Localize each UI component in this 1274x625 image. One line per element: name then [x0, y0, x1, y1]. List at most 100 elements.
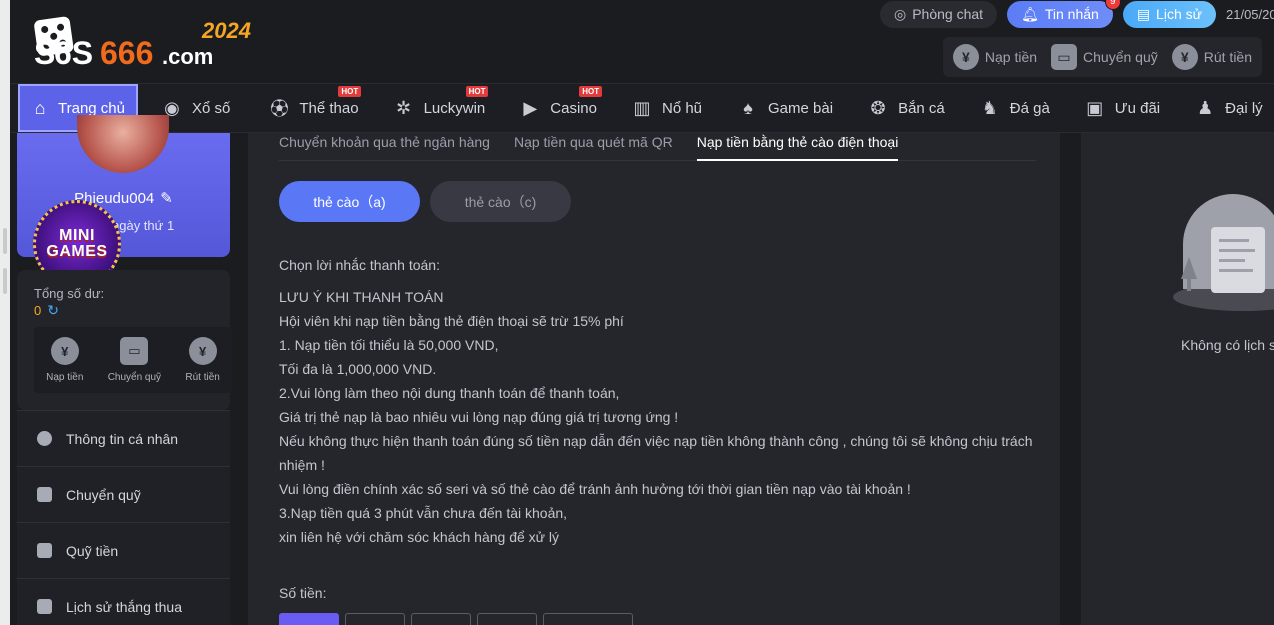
sidebar-item-chuyen-quy[interactable]: Chuyển quỹ — [17, 466, 230, 522]
lich-su-label: Lịch sử — [1156, 6, 1202, 22]
fund-icon — [37, 543, 52, 558]
nav-item-xo-so[interactable]: ◉ Xổ số — [161, 84, 230, 132]
sidebar-item-thong-tin[interactable]: Thông tin cá nhân — [17, 410, 230, 466]
avatar[interactable] — [77, 115, 169, 173]
svg-text:.com: .com — [162, 44, 213, 69]
notice-line: Giá trị thẻ nạp là bao nhiêu vui lòng nạ… — [279, 409, 679, 425]
nav-item-luckywin[interactable]: ✲ Luckywin HOT — [393, 84, 489, 132]
sidebar-nap-tien-button[interactable]: ¥ Nạp tiền — [46, 337, 83, 383]
header-nap-tien-label: Nạp tiền — [984, 49, 1038, 65]
svg-text:S: S — [34, 35, 55, 70]
message-count-badge: 9 — [1104, 0, 1121, 10]
sidebar-item-label: Quỹ tiền — [66, 542, 119, 559]
header-chuyen-quy[interactable]: ▭ Chuyển quỹ — [1051, 44, 1158, 70]
wallet-icon: ▭ — [120, 337, 149, 365]
sidebar-nap-tien-label: Nạp tiền — [46, 372, 84, 383]
amount-option[interactable] — [477, 613, 537, 625]
nav-label: Nổ hũ — [661, 99, 703, 117]
notice-line: 2.Vui lòng làm theo nội dung thanh toán … — [279, 385, 620, 401]
notice-line: 3.Nạp tiền quá 3 phút vẫn chưa đến tài k… — [279, 505, 568, 521]
payment-prompt-label: Chọn lời nhắc thanh toán: — [279, 257, 440, 273]
nav-item-the-thao[interactable]: ⚽︎ Thể thao HOT — [268, 84, 362, 132]
history-icon — [37, 599, 52, 614]
subtab-the-cao-c[interactable]: thẻ cào（c) — [430, 181, 571, 222]
notice-line: Hội viên khi nạp tiền bằng thẻ điện thoạ… — [279, 313, 624, 329]
tab-bank-transfer[interactable]: Chuyển khoản qua thẻ ngân hàng — [279, 133, 490, 161]
sidebar-item-quy-tien[interactable]: Quỹ tiền — [17, 522, 230, 578]
clipboard-icon: ▤ — [1136, 5, 1151, 22]
nav-item-ban-ca[interactable]: ❂ Bắn cá — [867, 84, 945, 132]
sidebar-rut-tien-button[interactable]: ¥ Rút tiền — [185, 337, 220, 383]
wallet-icon: ▭ — [1051, 44, 1078, 70]
header-rut-tien-label: Rút tiền — [1203, 49, 1252, 65]
atm-icon: ¥ — [1171, 44, 1198, 70]
refresh-icon[interactable]: ↻ — [47, 302, 59, 319]
amount-option[interactable] — [411, 613, 471, 625]
edit-icon[interactable]: ✎ — [160, 190, 173, 207]
gift-icon: ▣ — [1086, 97, 1104, 118]
tab-qr[interactable]: Nạp tiền qua quét mã QR — [514, 133, 673, 161]
amount-label: Số tiền: — [279, 585, 327, 601]
left-gutter — [0, 0, 10, 625]
tab-phone-card[interactable]: Nạp tiền bằng thẻ cào điện thoại — [696, 133, 899, 161]
balance-card: Tổng số dư: 0 ↻ ¥ Nạp tiền ▭ Chuyển quỹ … — [17, 270, 232, 410]
cards-icon: ♠ — [743, 97, 753, 118]
soccer-icon: ⚽︎ — [270, 99, 289, 119]
amount-option[interactable] — [279, 613, 339, 625]
header-wallet-box: ¥ Nạp tiền ▭ Chuyển quỹ ¥ Rút tiền — [942, 37, 1262, 77]
chat-icon: ◎ — [894, 5, 907, 22]
tin-nhan-label: Tin nhắn — [1044, 6, 1099, 22]
header-rut-tien[interactable]: ¥ Rút tiền — [1171, 44, 1252, 70]
amount-option[interactable] — [543, 613, 633, 625]
lich-su-button[interactable]: ▤ Lịch sử — [1122, 0, 1216, 28]
notice-line: xin liên hệ với chăm sóc khách hàng để x… — [279, 529, 560, 545]
mini-games-line1: MINI — [59, 227, 95, 244]
header-nap-tien[interactable]: ¥ Nạp tiền — [952, 44, 1038, 70]
deposit-panel: Chuyển khoản qua thẻ ngân hàng Nạp tiền … — [248, 133, 1060, 625]
top-actions: ◎ Phòng chat 🔔︎ Tin nhắn 9 ▤ Lịch sử 21/… — [880, 0, 1274, 28]
nav-label: Ưu đãi — [1114, 99, 1161, 117]
user-icon — [37, 431, 52, 446]
sidebar-menu: Thông tin cá nhân Chuyển quỹ Quỹ tiền Lị… — [17, 410, 230, 625]
sidebar-item-label: Chuyển quỹ — [66, 486, 141, 503]
rooster-icon: ♞ — [981, 97, 998, 118]
main-nav: ⌂ Trang chủ ◉ Xổ số ⚽︎ Thể thao HOT ✲ Lu… — [10, 83, 1274, 133]
wheel-icon: ✲ — [396, 97, 412, 118]
sidebar-item-lich-su[interactable]: Lịch sử thắng thua — [17, 578, 230, 625]
atm-icon: ¥ — [188, 337, 217, 365]
tin-nhan-button[interactable]: 🔔︎ Tin nhắn 9 — [1007, 0, 1121, 28]
sidebar-chuyen-quy-button[interactable]: ▭ Chuyển quỹ — [108, 337, 161, 383]
nav-label: Đại lý — [1225, 99, 1263, 117]
amount-option[interactable] — [345, 613, 405, 625]
nav-item-game-bai[interactable]: ♠ Game bài — [737, 84, 833, 132]
nav-item-no-hu[interactable]: ▥ Nổ hũ — [631, 84, 702, 132]
nav-item-da-ga[interactable]: ♞ Đá gà — [979, 84, 1050, 132]
wallet-icon — [37, 487, 52, 502]
mini-games-line2: GAMES — [46, 243, 108, 260]
balance-value-row: 0 ↻ — [34, 302, 59, 319]
header-chuyen-quy-label: Chuyển quỹ — [1083, 49, 1158, 65]
nav-label: Casino — [550, 99, 597, 117]
bell-icon: 🔔︎ — [1021, 5, 1039, 22]
nav-label: Đá gà — [1009, 99, 1050, 117]
sidebar-chuyen-quy-label: Chuyển quỹ — [107, 372, 162, 383]
sidebar-item-label: Lịch sử thắng thua — [66, 598, 183, 615]
svg-text:6S: 6S — [54, 35, 93, 70]
subtab-the-cao-a[interactable]: thẻ cào（a) — [279, 181, 420, 222]
site-logo[interactable]: S 6S 666 .com 2024 — [32, 12, 254, 71]
header-date: 21/05/20 — [1226, 6, 1274, 22]
hot-badge: HOT — [465, 86, 489, 97]
nav-item-uu-dai[interactable]: ▣ Ưu đãi — [1084, 84, 1160, 132]
nav-item-casino[interactable]: ▶ Casino HOT — [519, 84, 603, 132]
amount-options — [279, 613, 633, 625]
gutter-tick — [3, 228, 7, 254]
phong-chat-button[interactable]: ◎ Phòng chat — [880, 0, 998, 28]
hot-badge: HOT — [579, 86, 603, 97]
username-row: Phieudu004 ✎ — [17, 189, 230, 207]
header: S 6S 666 .com 2024 ◎ Phòng chat 🔔︎ Tin n… — [10, 0, 1274, 83]
nav-item-dai-ly[interactable]: ♟ Đại lý — [1194, 84, 1263, 132]
notice-line: 1. Nạp tiền tối thiểu là 50,000 VND, — [279, 337, 499, 353]
yen-coin-icon: ¥ — [50, 337, 79, 365]
fish-icon: ❂ — [870, 97, 886, 118]
balance-actions: ¥ Nạp tiền ▭ Chuyển quỹ ¥ Rút tiền — [34, 327, 232, 393]
